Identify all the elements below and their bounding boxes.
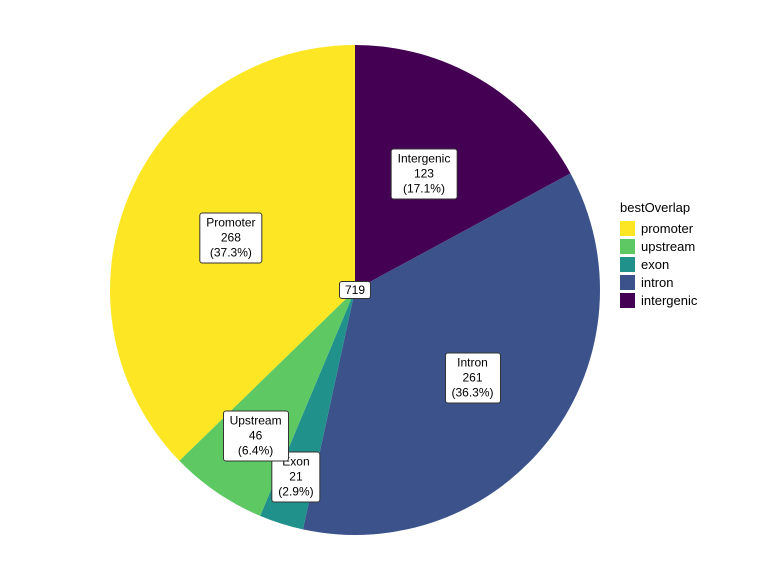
slice-label-percent: (36.3%) bbox=[451, 386, 493, 401]
slice-label-value: 268 bbox=[206, 230, 255, 245]
slice-label-name: Intergenic bbox=[398, 152, 451, 167]
legend-row-intron: intron bbox=[620, 275, 750, 290]
legend-label: intron bbox=[641, 275, 674, 290]
slice-label-value: 46 bbox=[230, 428, 282, 443]
legend-swatch bbox=[620, 257, 635, 272]
slice-label-value: 123 bbox=[398, 167, 451, 182]
legend-swatch bbox=[620, 239, 635, 254]
legend-row-exon: exon bbox=[620, 257, 750, 272]
slice-label-intron: Intron261(36.3%) bbox=[444, 353, 500, 404]
slice-label-value: 21 bbox=[278, 469, 313, 484]
legend-swatch bbox=[620, 293, 635, 308]
slice-label-value: 261 bbox=[451, 371, 493, 386]
legend-swatch bbox=[620, 221, 635, 236]
legend-swatch bbox=[620, 275, 635, 290]
slice-label-name: Upstream bbox=[230, 413, 282, 428]
legend-title: bestOverlap bbox=[620, 200, 750, 215]
slice-label-promoter: Promoter268(37.3%) bbox=[199, 212, 262, 263]
slice-label-name: Promoter bbox=[206, 215, 255, 230]
legend-label: upstream bbox=[641, 239, 695, 254]
slice-label-percent: (37.3%) bbox=[206, 245, 255, 260]
legend-label: exon bbox=[641, 257, 669, 272]
legend-row-intergenic: intergenic bbox=[620, 293, 750, 308]
slice-label-percent: (6.4%) bbox=[230, 443, 282, 458]
legend-label: promoter bbox=[641, 221, 693, 236]
legend-label: intergenic bbox=[641, 293, 697, 308]
slice-label-name: Intron bbox=[451, 356, 493, 371]
slice-label-percent: (17.1%) bbox=[398, 182, 451, 197]
slice-label-upstream: Upstream46(6.4%) bbox=[223, 410, 289, 461]
legend-row-promoter: promoter bbox=[620, 221, 750, 236]
slice-label-percent: (2.9%) bbox=[278, 484, 313, 499]
center-total-label: 719 bbox=[339, 281, 371, 299]
legend: bestOverlap promoter upstream exon intron in… bbox=[620, 200, 750, 311]
chart-stage: 719 Intergenic123(17.1%) Intron261(36.3%)… bbox=[0, 0, 768, 576]
legend-row-upstream: upstream bbox=[620, 239, 750, 254]
slice-label-intergenic: Intergenic123(17.1%) bbox=[391, 149, 458, 200]
